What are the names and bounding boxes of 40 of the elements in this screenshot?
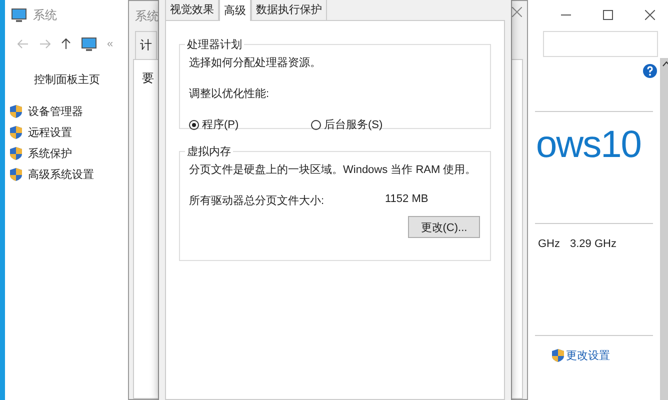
spec-value: GHz: [538, 238, 560, 250]
field-label: 调整以优化性能:: [189, 87, 270, 101]
sidebar-link[interactable]: 系统保护: [28, 146, 72, 161]
field-label: 所有驱动器总分页文件大小:: [189, 194, 326, 208]
up-arrow-icon[interactable]: [61, 38, 71, 50]
sidebar-link[interactable]: 远程设置: [28, 125, 72, 140]
window-title: 系统: [33, 6, 57, 24]
tab[interactable]: 数据执行保护: [251, 0, 327, 20]
shield-icon: [10, 147, 22, 160]
change-button[interactable]: 更改(C)...: [408, 216, 480, 238]
shield-icon: [552, 349, 564, 362]
sidebar-link[interactable]: 设备管理器: [28, 104, 83, 119]
sidebar-link[interactable]: 控制面板主页: [34, 72, 100, 87]
tab[interactable]: 计: [135, 31, 157, 59]
group-title: 处理器计划: [185, 37, 244, 52]
radio-label[interactable]: 程序(P): [202, 117, 239, 132]
change-settings-link[interactable]: 更改设置: [566, 348, 610, 363]
close-icon[interactable]: [645, 10, 655, 20]
close-icon[interactable]: [512, 7, 522, 17]
computer-icon: [11, 8, 27, 22]
sidebar-link[interactable]: 高级系统设置: [28, 167, 94, 182]
radio-button[interactable]: [311, 120, 321, 130]
section-heading: 要: [142, 70, 154, 87]
shield-icon: [10, 105, 22, 118]
shield-icon: [10, 168, 22, 181]
logo-text: ows10: [536, 124, 641, 167]
spec-value: 3.29 GHz: [570, 238, 616, 250]
window-title: 系统: [135, 8, 159, 24]
field-value: 1152 MB: [385, 193, 428, 207]
help-icon[interactable]: [643, 64, 657, 78]
shield-icon: [10, 126, 22, 139]
computer-icon: [81, 36, 97, 52]
group-title: 虚拟内存: [185, 144, 233, 159]
maximize-icon[interactable]: [603, 10, 613, 20]
description-text: 分页文件是硬盘上的一块区域。Windows 当作 RAM 使用。: [189, 162, 478, 177]
radio-button[interactable]: [189, 120, 199, 130]
tab[interactable]: 高级: [219, 0, 251, 21]
radio-label[interactable]: 后台服务(S): [324, 117, 383, 132]
description-text: 选择如何分配处理器资源。: [189, 56, 322, 70]
tab[interactable]: 视觉效果: [165, 0, 219, 20]
